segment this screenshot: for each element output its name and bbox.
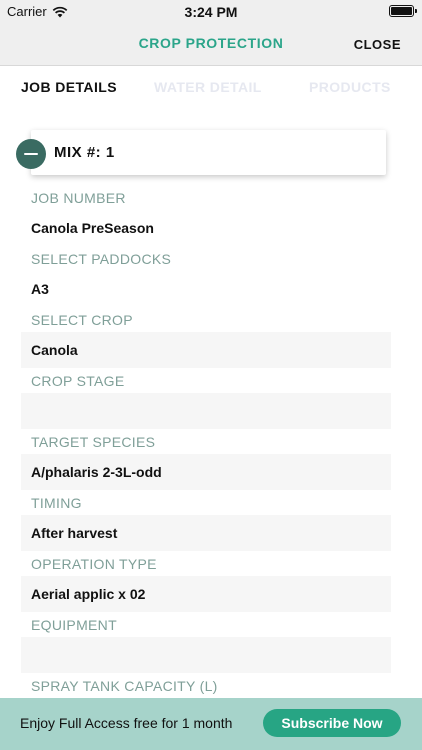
spray-tank-capacity-label: SPRAY TANK CAPACITY (L)	[31, 678, 218, 694]
select-crop-value: Canola	[31, 342, 78, 358]
select-crop-label: SELECT CROP	[31, 312, 133, 328]
status-bar: Carrier 3:24 PM	[0, 0, 422, 22]
job-number-value: Canola PreSeason	[31, 220, 154, 236]
operation-type-value: Aerial applic x 02	[31, 586, 146, 602]
tab-water-detail[interactable]: WATER DETAIL	[154, 79, 262, 95]
promo-text: Enjoy Full Access free for 1 month	[20, 715, 233, 731]
operation-type-field[interactable]: Aerial applic x 02	[21, 576, 391, 612]
select-paddocks-value: A3	[31, 281, 49, 297]
target-species-field[interactable]: A/phalaris 2-3L-odd	[21, 454, 391, 490]
operation-type-label: OPERATION TYPE	[31, 556, 157, 572]
select-crop-field[interactable]: Canola	[21, 332, 391, 368]
status-time: 3:24 PM	[184, 4, 238, 20]
select-paddocks-label: SELECT PADDOCKS	[31, 251, 172, 267]
tab-bar: JOB DETAILS WATER DETAIL PRODUCTS	[0, 66, 422, 114]
crop-stage-field[interactable]	[21, 393, 391, 429]
equipment-field[interactable]	[21, 637, 391, 673]
tab-products[interactable]: PRODUCTS	[309, 79, 391, 95]
target-species-value: A/phalaris 2-3L-odd	[31, 464, 162, 480]
promo-banner: Enjoy Full Access free for 1 month Subsc…	[0, 698, 422, 750]
equipment-label: EQUIPMENT	[31, 617, 117, 633]
crop-stage-label: CROP STAGE	[31, 373, 125, 389]
mix-label: MIX #: 1	[54, 144, 115, 161]
target-species-label: TARGET SPECIES	[31, 434, 156, 450]
battery-icon	[389, 5, 417, 17]
subscribe-button[interactable]: Subscribe Now	[263, 709, 401, 737]
mix-card: MIX #: 1	[31, 130, 386, 175]
job-number-field[interactable]: Canola PreSeason	[21, 210, 391, 246]
nav-bar: CROP PROTECTION CLOSE	[0, 22, 422, 66]
timing-label: TIMING	[31, 495, 82, 511]
timing-value: After harvest	[31, 525, 118, 541]
select-paddocks-field[interactable]: A3	[21, 271, 391, 307]
close-button[interactable]: CLOSE	[354, 37, 401, 52]
timing-field[interactable]: After harvest	[21, 515, 391, 551]
collapse-mix-button[interactable]	[16, 139, 46, 169]
tab-job-details[interactable]: JOB DETAILS	[21, 79, 117, 95]
job-number-label: JOB NUMBER	[31, 190, 126, 206]
minus-icon	[24, 153, 38, 155]
